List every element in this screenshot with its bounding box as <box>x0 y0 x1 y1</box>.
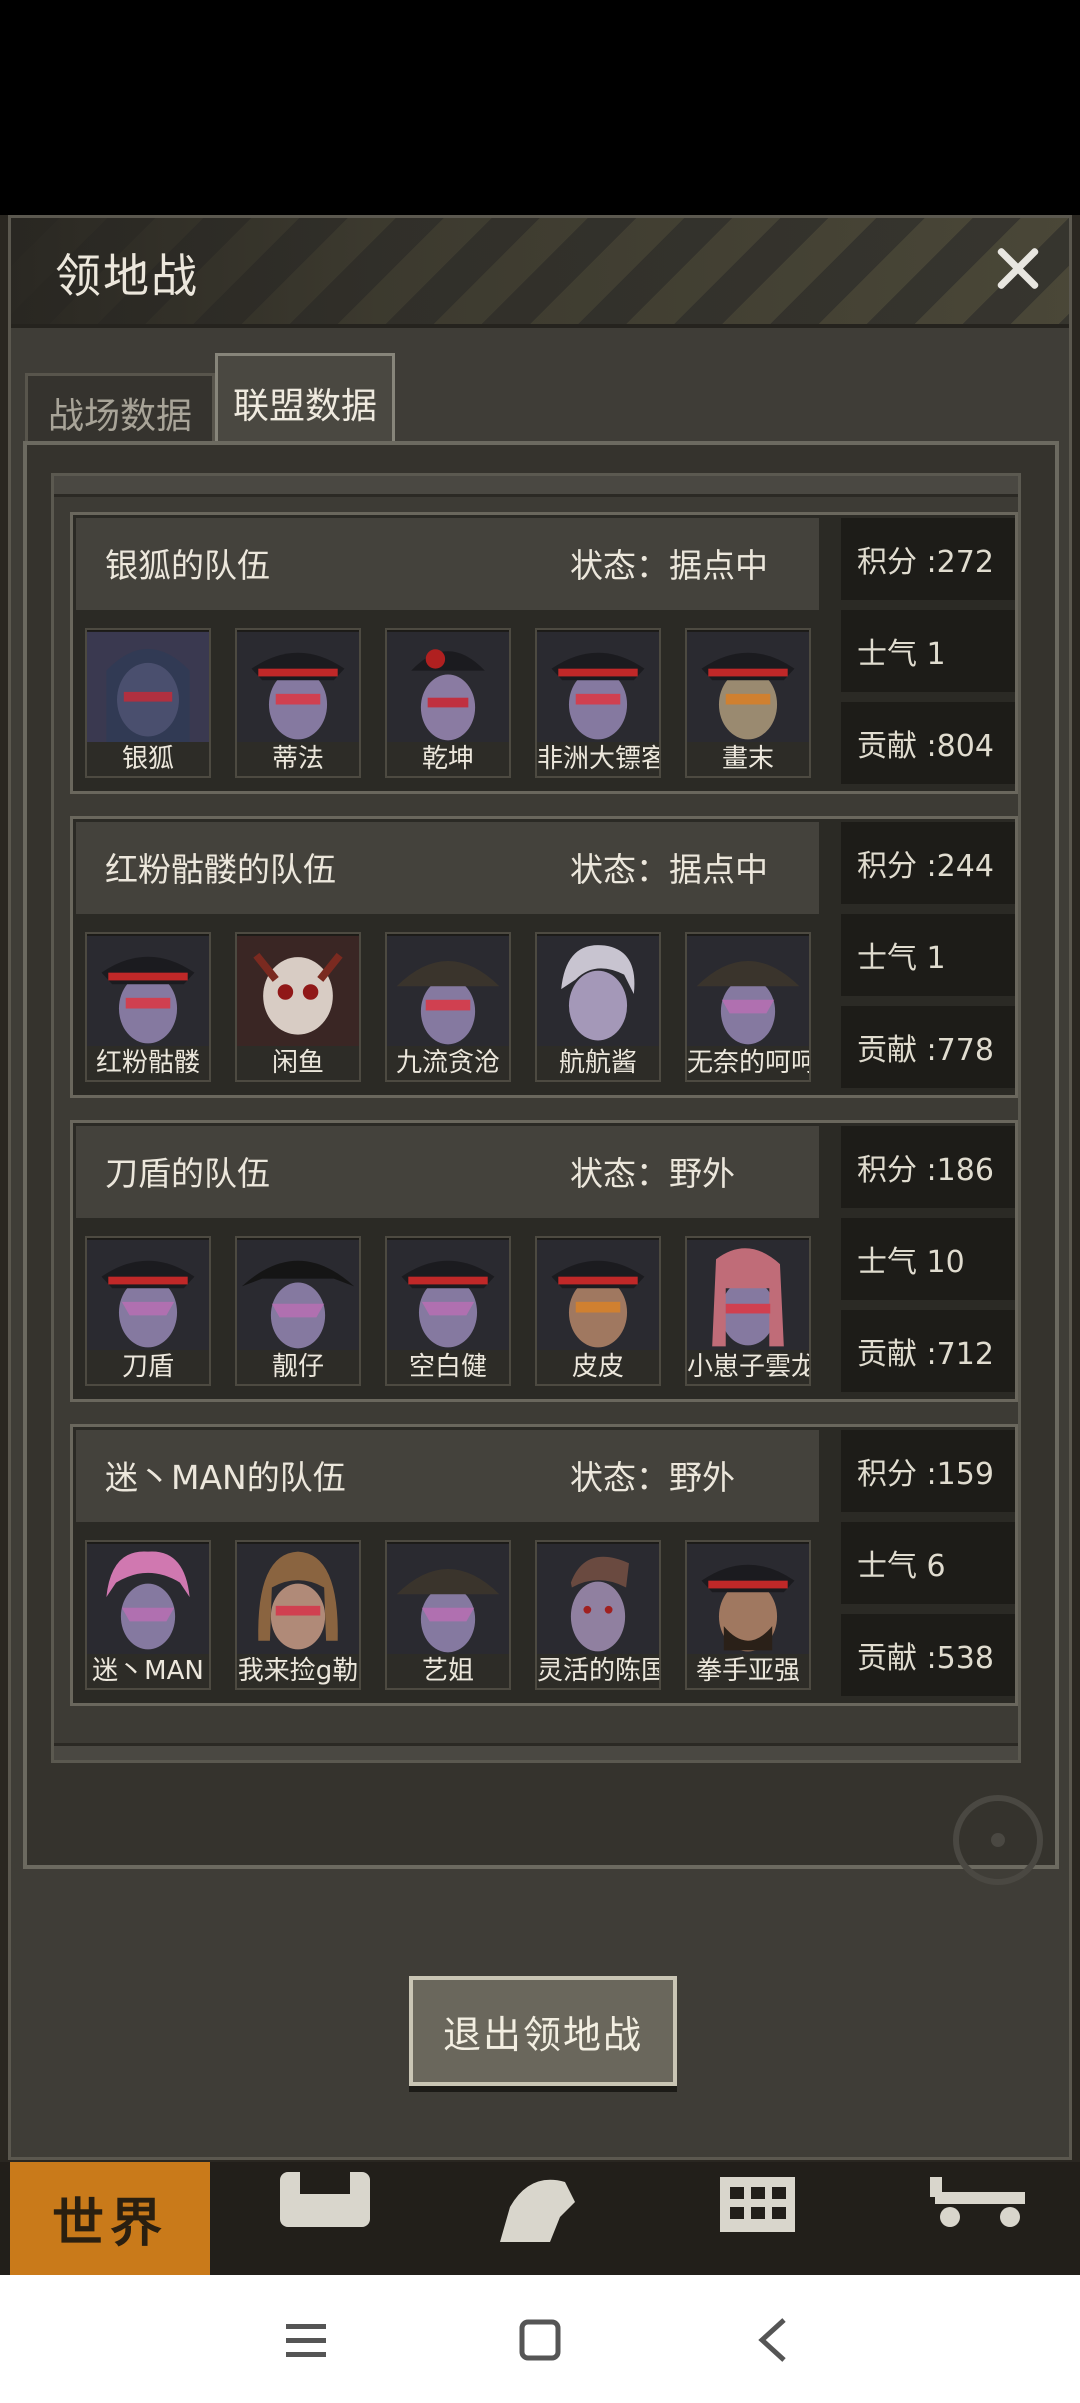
team-score: 积分 :159 <box>841 1430 1015 1512</box>
member-avatar[interactable]: 航航酱 <box>535 932 661 1082</box>
team-status: 状态：野外 <box>570 1458 735 1497</box>
team-name: 迷丶MAN的队伍 <box>105 1458 346 1497</box>
member-avatar[interactable]: 我来捡g勒 <box>235 1540 361 1690</box>
member-name: 拳手亚强 <box>687 1654 809 1688</box>
member-name: 艺姐 <box>387 1654 509 1688</box>
list-bottom-edge <box>54 1743 1018 1760</box>
member-name: 我来捡g勒 <box>237 1654 359 1688</box>
nav-world-button[interactable]: 世界 <box>10 2162 210 2275</box>
team-score: 积分 :186 <box>841 1126 1015 1208</box>
building-icon[interactable] <box>705 2172 815 2242</box>
member-avatar[interactable]: 蒂法 <box>235 628 361 778</box>
team-status: 状态：据点中 <box>570 546 768 585</box>
team-status: 状态：据点中 <box>570 850 768 889</box>
member-avatar[interactable]: 闲鱼 <box>235 932 361 1082</box>
team-contribution: 贡献 :778 <box>841 1006 1015 1088</box>
member-name: 迷丶MAN <box>87 1654 209 1688</box>
member-name: 银狐 <box>87 742 209 776</box>
member-name: 畫末 <box>687 742 809 776</box>
bottom-nav: 世界 <box>0 2162 1080 2275</box>
member-avatar[interactable]: 艺姐 <box>385 1540 511 1690</box>
back-icon[interactable] <box>744 2310 804 2370</box>
member-name: 皮皮 <box>537 1350 659 1384</box>
member-avatar[interactable]: 红粉骷髅 <box>85 932 211 1082</box>
member-name: 空白健 <box>387 1350 509 1384</box>
member-name: 靓仔 <box>237 1350 359 1384</box>
team-contribution: 贡献 :804 <box>841 702 1015 784</box>
team-card: 刀盾的队伍 状态：野外 积分 :186 士气 10 贡献 :712 刀盾 靓仔 … <box>70 1120 1018 1402</box>
team-list-frame: 银狐的队伍 状态：据点中 积分 :272 士气 1 贡献 :804 银狐 蒂法 … <box>23 441 1059 1885</box>
member-avatar[interactable]: 靓仔 <box>235 1236 361 1386</box>
team-card: 红粉骷髅的队伍 状态：据点中 积分 :244 士气 1 贡献 :778 红粉骷髅… <box>70 816 1018 1098</box>
team-status: 状态：野外 <box>570 1154 735 1193</box>
team-name: 银狐的队伍 <box>105 546 270 585</box>
member-avatar[interactable]: 非洲大镖客 <box>535 628 661 778</box>
tab-battlefield-data[interactable]: 战场数据 <box>25 373 215 450</box>
member-name: 红粉骷髅 <box>87 1046 209 1080</box>
character-icon[interactable] <box>490 2172 600 2242</box>
dialog-header: 领地战 <box>11 218 1069 328</box>
dialog-title: 领地战 <box>55 249 199 303</box>
team-morale: 士气 6 <box>841 1522 1015 1604</box>
member-avatar[interactable]: 银狐 <box>85 628 211 778</box>
member-avatar[interactable]: 九流贪沧 <box>385 932 511 1082</box>
member-name: 航航酱 <box>537 1046 659 1080</box>
member-name: 九流贪沧 <box>387 1046 509 1080</box>
member-name: 非洲大镖客 <box>537 742 661 776</box>
team-morale: 士气 1 <box>841 914 1015 996</box>
team-contribution: 贡献 :712 <box>841 1310 1015 1392</box>
member-name: 闲鱼 <box>237 1046 359 1080</box>
member-avatar[interactable]: 小崽子雲龙 <box>685 1236 811 1386</box>
member-avatar[interactable]: 皮皮 <box>535 1236 661 1386</box>
member-name: 灵活的陈国 <box>537 1654 661 1688</box>
tab-alliance-data[interactable]: 联盟数据 <box>215 353 395 450</box>
member-avatar[interactable]: 畫末 <box>685 628 811 778</box>
member-avatar[interactable]: 乾坤 <box>385 628 511 778</box>
team-score: 积分 :244 <box>841 822 1015 904</box>
member-name: 刀盾 <box>87 1350 209 1384</box>
exit-territory-war-button[interactable]: 退出领地战 <box>409 1976 677 2086</box>
radiation-icon <box>953 1795 1043 1885</box>
member-avatar[interactable]: 灵活的陈国 <box>535 1540 661 1690</box>
team-name: 刀盾的队伍 <box>105 1154 270 1193</box>
territory-war-dialog: 领地战 战场数据 联盟数据 银狐的队伍 状态：据点中 积分 :272 士气 1 … <box>8 215 1072 2160</box>
member-name: 乾坤 <box>387 742 509 776</box>
member-avatar[interactable]: 迷丶MAN <box>85 1540 211 1690</box>
home-icon[interactable] <box>510 2310 570 2370</box>
member-avatar[interactable]: 空白健 <box>385 1236 511 1386</box>
list-top-edge <box>54 476 1018 497</box>
member-name: 蒂法 <box>237 742 359 776</box>
team-list[interactable]: 银狐的队伍 状态：据点中 积分 :272 士气 1 贡献 :804 银狐 蒂法 … <box>51 473 1021 1763</box>
close-icon[interactable] <box>985 236 1049 300</box>
system-nav-bar <box>0 2275 1080 2403</box>
member-name: 小崽子雲龙 <box>687 1350 811 1384</box>
member-avatar[interactable]: 拳手亚强 <box>685 1540 811 1690</box>
backpack-icon[interactable] <box>270 2172 380 2242</box>
team-score: 积分 :272 <box>841 518 1015 600</box>
team-morale: 士气 10 <box>841 1218 1015 1300</box>
team-name: 红粉骷髅的队伍 <box>105 850 336 889</box>
member-name: 无奈的呵呵 <box>687 1046 811 1080</box>
team-morale: 士气 1 <box>841 610 1015 692</box>
top-black-bar <box>0 0 1080 215</box>
team-contribution: 贡献 :538 <box>841 1614 1015 1696</box>
member-avatar[interactable]: 刀盾 <box>85 1236 211 1386</box>
member-avatar[interactable]: 无奈的呵呵 <box>685 932 811 1082</box>
menu-icon[interactable] <box>276 2310 336 2370</box>
team-card: 银狐的队伍 状态：据点中 积分 :272 士气 1 贡献 :804 银狐 蒂法 … <box>70 512 1018 794</box>
team-card: 迷丶MAN的队伍 状态：野外 积分 :159 士气 6 贡献 :538 迷丶MA… <box>70 1424 1018 1706</box>
cart-icon[interactable] <box>925 2172 1035 2242</box>
